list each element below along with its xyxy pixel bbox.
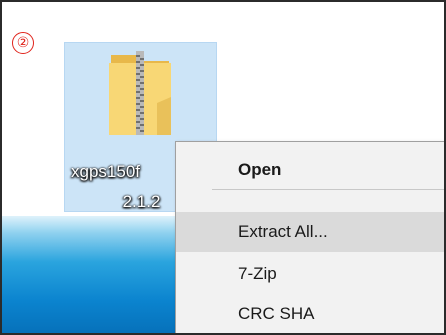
screenshot-frame: ② xgps150f 2.1.2 Open Extract All... 7-Z…	[0, 0, 446, 335]
step-number-marker: ②	[12, 32, 34, 54]
menu-item-open[interactable]: Open	[176, 150, 444, 190]
menu-item-crc-sha[interactable]: CRC SHA	[176, 294, 444, 333]
menu-item-extract-all[interactable]: Extract All...	[176, 212, 444, 252]
menu-item-7-zip[interactable]: 7-Zip	[176, 254, 444, 294]
context-menu: Open Extract All... 7-Zip CRC SHA	[175, 141, 444, 333]
menu-separator	[212, 189, 444, 190]
zip-folder-icon	[109, 51, 171, 135]
